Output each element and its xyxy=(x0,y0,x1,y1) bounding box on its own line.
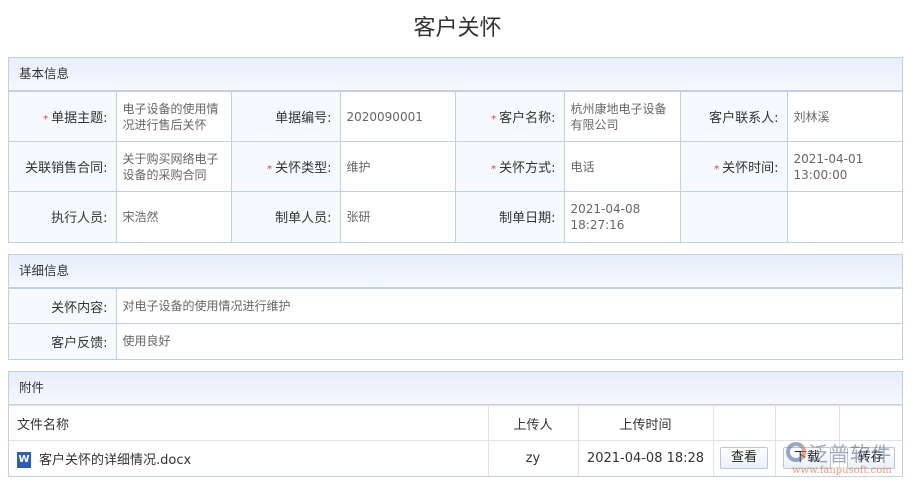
field-label: * 关怀类型: xyxy=(230,141,341,192)
field-label: * 单据主题: xyxy=(9,91,117,142)
field-label: 单据编号: xyxy=(230,91,341,142)
word-doc-icon: W xyxy=(17,452,31,468)
field-label-text: 客户联系人: xyxy=(709,111,779,126)
care-content-label: 关怀内容: xyxy=(9,288,117,324)
field-label: 客户联系人: xyxy=(679,91,788,142)
field-value: 2021-04-01 13:00:00 xyxy=(793,151,864,182)
field-label: * 客户名称: xyxy=(454,91,565,142)
basic-info-row: * 单据主题: 电子设备的使用情况进行售后关怀 单据编号: 2020090001 * 客户名… xyxy=(9,91,902,142)
uploader: zy xyxy=(487,440,579,476)
table-row: W 客户关怀的详细情况.docx zy 2021-04-08 18:28 查看 下… xyxy=(9,440,902,476)
field-label-text: 关怀方式: xyxy=(499,161,556,176)
attachment-panel: 附件 文件名称 上传人 上传时间 W 客户关怀的详细情况.docx zy 2021… xyxy=(8,371,903,477)
field-label-text: 关联销售合同: xyxy=(25,161,108,176)
field-label: 执行人员: xyxy=(9,191,117,242)
customer-feedback-label: 客户反馈: xyxy=(9,323,117,359)
care-content-value: 对电子设备的使用情况进行维护 xyxy=(115,288,902,324)
basic-info-header: 基本信息 xyxy=(9,58,902,91)
file-name[interactable]: 客户关怀的详细情况.docx xyxy=(39,453,191,468)
field-label-text: 制单日期: xyxy=(499,211,556,227)
view-button[interactable]: 查看 xyxy=(719,447,768,470)
field-label-text: 关怀类型: xyxy=(275,161,332,176)
basic-info-table: * 单据主题: 电子设备的使用情况进行售后关怀 单据编号: 2020090001 * 客户名… xyxy=(9,91,902,242)
col-uploader: 上传人 xyxy=(487,405,579,441)
detail-info-panel: 详细信息 关怀内容: 对电子设备的使用情况进行维护 客户反馈: 使用良好 xyxy=(8,254,903,360)
field-value: 张研 xyxy=(346,209,371,224)
field-label-text: 单据主题: xyxy=(51,111,108,126)
required-mark: * xyxy=(267,164,273,175)
field-label-text: 关怀时间: xyxy=(722,161,779,176)
field-value: 杭州康地电子设备有限公司 xyxy=(570,101,667,132)
attachment-table: 文件名称 上传人 上传时间 W 客户关怀的详细情况.docx zy 2021-04… xyxy=(9,405,902,476)
basic-info-panel: 基本信息 * 单据主题: 电子设备的使用情况进行售后关怀 单据编号: 202009000… xyxy=(8,57,903,243)
field-label: 制单日期: xyxy=(454,191,565,242)
field-label-text: 制单人员: xyxy=(275,211,332,227)
field-label-text: 执行人员: xyxy=(51,211,108,227)
field-value: 宋浩然 xyxy=(122,209,159,224)
field-value: 电子设备的使用情况进行售后关怀 xyxy=(122,101,219,132)
customer-feedback-value: 使用良好 xyxy=(115,323,902,359)
detail-info-table: 关怀内容: 对电子设备的使用情况进行维护 客户反馈: 使用良好 xyxy=(9,288,902,359)
field-label: * 关怀时间: xyxy=(679,141,788,192)
basic-info-row: 执行人员: 宋浩然 制单人员: 张研 制单日期: 2021-04-08 18:27:16 xyxy=(9,191,902,242)
required-mark: * xyxy=(714,164,720,175)
field-label: 制单人员: xyxy=(230,191,341,242)
save-as-button[interactable]: 转存 xyxy=(846,447,895,470)
field-value: 电话 xyxy=(570,159,595,174)
field-value: 2020090001 xyxy=(346,109,423,124)
attachment-header: 附件 xyxy=(9,372,902,405)
field-value: 维护 xyxy=(346,159,371,174)
required-mark: * xyxy=(491,164,497,175)
page-title: 客户关怀 xyxy=(413,16,502,41)
field-value: 刘林溪 xyxy=(793,109,830,124)
field-label-text: 客户名称: xyxy=(499,111,556,126)
attachment-table-header: 文件名称 上传人 上传时间 xyxy=(9,405,902,441)
field-value: 2021-04-08 18:27:16 xyxy=(570,201,641,232)
detail-info-header: 详细信息 xyxy=(9,255,902,288)
col-file-name: 文件名称 xyxy=(9,405,489,441)
download-button[interactable]: 下载 xyxy=(782,447,831,470)
field-label-text: 单据编号: xyxy=(275,111,332,126)
field-value: 关于购买网络电子设备的采购合同 xyxy=(122,151,219,182)
basic-info-row: 关联销售合同: 关于购买网络电子设备的采购合同 * 关怀类型: 维护 * 关怀方式: 电话 * 关… xyxy=(9,141,902,192)
required-mark: * xyxy=(43,114,49,125)
required-mark: * xyxy=(491,114,497,125)
field-label: * 关怀方式: xyxy=(454,141,565,192)
field-label: 关联销售合同: xyxy=(9,141,117,192)
upload-time: 2021-04-08 18:28 xyxy=(577,440,714,476)
col-upload-time: 上传时间 xyxy=(577,405,714,441)
